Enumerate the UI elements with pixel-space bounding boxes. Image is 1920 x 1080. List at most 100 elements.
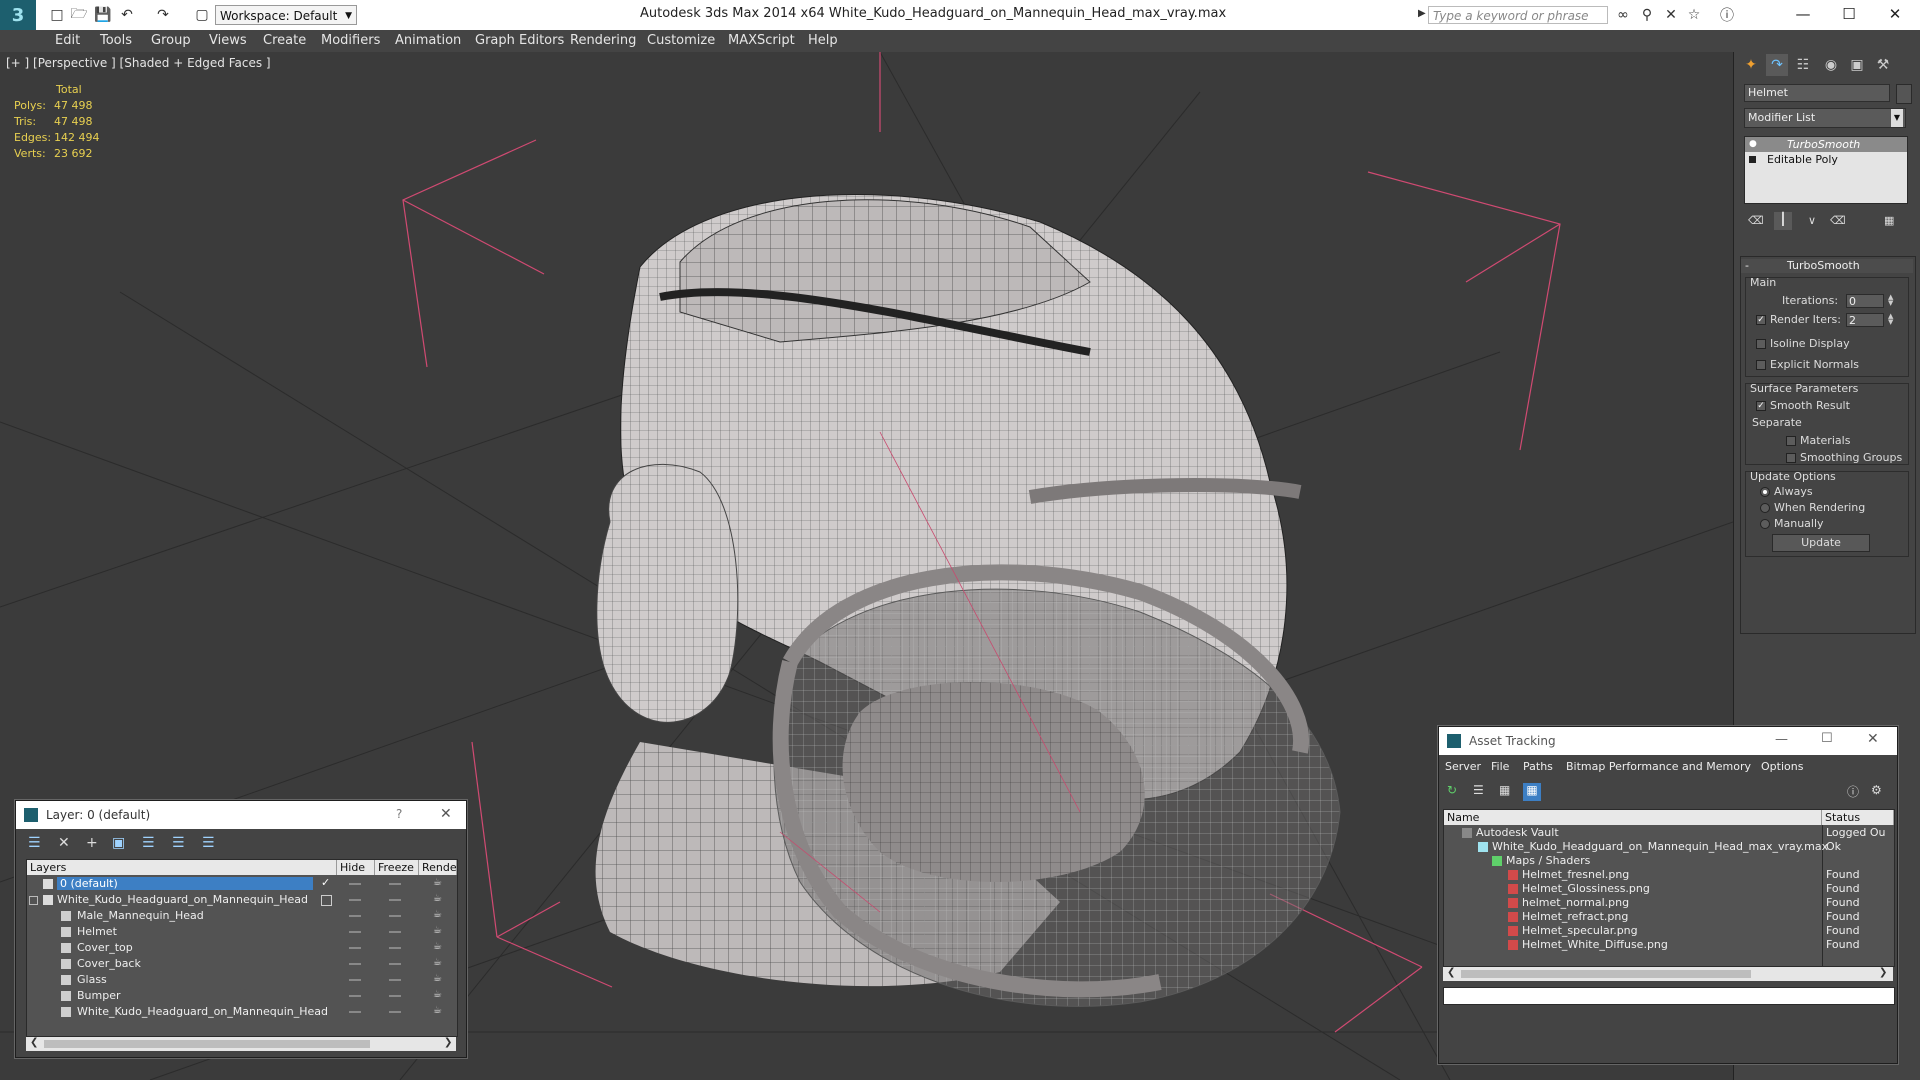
spinner-arrows-icon[interactable]: ▲ ▼ (1888, 294, 1893, 307)
layer-name[interactable]: Cover_top (77, 941, 133, 954)
layer-color-swatch[interactable] (321, 895, 332, 906)
hide-toggle[interactable] (349, 963, 361, 965)
star-icon[interactable]: ☆ (1685, 6, 1703, 24)
menu-customize[interactable]: Customize (647, 33, 715, 48)
freeze-toggle[interactable] (389, 995, 401, 997)
open-file-icon[interactable]: 🗁 (70, 6, 88, 24)
menu-help[interactable]: Help (808, 33, 838, 48)
stack-item-editable-poly[interactable]: Editable Poly (1745, 152, 1907, 167)
layer-list[interactable]: Layers Hide Freeze Rende 0 (default) ✓ ☕ Wh… (26, 859, 458, 1037)
layer-row[interactable]: Bumper ☕ (27, 988, 457, 1004)
render-teapot-icon[interactable]: ☕ (433, 925, 442, 936)
asset-row[interactable]: Helmet_White_Diffuse.png Found (1444, 938, 1894, 952)
asset-row[interactable]: Maps / Shaders (1444, 854, 1894, 868)
undo-icon[interactable]: ↶ (118, 6, 136, 24)
layer-row[interactable]: White_Kudo_Headguard_on_Mannequin_Head ☕ (27, 1004, 457, 1020)
layer-row[interactable]: Cover_top ☕ (27, 940, 457, 956)
hide-toggle[interactable] (349, 899, 361, 901)
layer-name[interactable]: Bumper (77, 989, 121, 1002)
freeze-toggle[interactable] (389, 1011, 401, 1013)
asset-row[interactable]: Helmet_refract.png Found (1444, 910, 1894, 924)
layer-name[interactable]: Cover_back (77, 957, 141, 970)
when-rendering-radio[interactable] (1760, 503, 1770, 513)
menu-edit[interactable]: Edit (55, 33, 80, 48)
modifier-stack[interactable]: ● TurboSmooth Editable Poly (1744, 136, 1908, 204)
lightbulb-icon[interactable]: ● (1749, 137, 1757, 152)
show-end-result-icon[interactable]: ┃ (1774, 212, 1792, 230)
remove-modifier-icon[interactable]: ⌫ (1830, 214, 1846, 227)
collapse-icon[interactable] (29, 896, 38, 905)
scroll-thumb[interactable] (1461, 970, 1751, 978)
layer-dialog-titlebar[interactable]: Layer: 0 (default) ? ✕ (16, 801, 466, 829)
delete-layer-icon[interactable]: ✕ (58, 835, 70, 851)
asset-menu-file[interactable]: File (1491, 760, 1509, 773)
tools-icon[interactable]: ✕ (1662, 6, 1680, 24)
asset-menu-bitmap[interactable]: Bitmap Performance and Memory (1566, 760, 1751, 773)
help-button[interactable]: ? (396, 807, 402, 821)
layer-name[interactable]: Male_Mannequin_Head (77, 909, 204, 922)
pin-stack-icon[interactable]: ⌫ (1748, 214, 1764, 227)
select-objects-icon[interactable]: ▣ (112, 835, 125, 851)
freeze-toggle[interactable] (389, 899, 401, 901)
freeze-toggle[interactable] (389, 963, 401, 965)
motion-tab-icon[interactable]: ◉ (1820, 54, 1842, 76)
asset-row[interactable]: Autodesk Vault Logged Ou (1444, 826, 1894, 840)
layer-row[interactable]: Cover_back ☕ (27, 956, 457, 972)
menu-rendering[interactable]: Rendering (570, 33, 636, 48)
freeze-toggle[interactable] (389, 915, 401, 917)
col-freeze[interactable]: Freeze (375, 860, 419, 875)
freeze-toggle[interactable] (389, 979, 401, 981)
col-render[interactable]: Rende (419, 860, 457, 875)
spinner-arrows-icon[interactable]: ▲ ▼ (1888, 313, 1893, 326)
close-icon[interactable]: ✕ (1872, 0, 1918, 28)
render-iters-checkbox[interactable]: ✓ (1756, 315, 1766, 325)
utilities-tab-icon[interactable]: ⚒ (1872, 54, 1894, 76)
menu-views[interactable]: Views (209, 33, 247, 48)
hide-toggle[interactable] (349, 995, 361, 997)
viewport-label[interactable]: [+ ] [Perspective ] [Shaded + Edged Face… (6, 56, 271, 70)
asset-menu-options[interactable]: Options (1761, 760, 1803, 773)
maximize-icon[interactable]: ☐ (1821, 731, 1833, 746)
menu-modifiers[interactable]: Modifiers (321, 33, 380, 48)
search-input[interactable]: Type a keyword or phrase (1428, 6, 1608, 24)
render-iters-spinner[interactable]: 2 (1846, 313, 1884, 327)
menu-maxscript[interactable]: MAXScript (728, 33, 795, 48)
smoothing-groups-checkbox[interactable] (1786, 453, 1796, 463)
new-file-icon[interactable]: □ (48, 6, 66, 24)
settings-icon[interactable]: ⚙ (1871, 783, 1882, 797)
redo-icon[interactable]: ↷ (154, 6, 172, 24)
col-status[interactable]: Status (1822, 810, 1894, 825)
scroll-thumb[interactable] (44, 1040, 370, 1048)
help-icon[interactable]: ⓘ (1847, 783, 1859, 800)
asset-menu-paths[interactable]: Paths (1523, 760, 1553, 773)
modify-tab-icon[interactable]: ↷ (1766, 54, 1788, 76)
display-tab-icon[interactable]: ▣ (1846, 54, 1868, 76)
menu-animation[interactable]: Animation (395, 33, 461, 48)
stack-item-turbosmooth[interactable]: ● TurboSmooth (1745, 137, 1907, 152)
hide-toggle[interactable] (349, 915, 361, 917)
render-teapot-icon[interactable]: ☕ (433, 941, 442, 952)
expand-icon[interactable] (1749, 156, 1756, 163)
freeze-toggle[interactable] (389, 931, 401, 933)
asset-list[interactable]: Name Status Autodesk Vault Logged Ou White… (1443, 809, 1895, 967)
layer-name[interactable]: 0 (default) (57, 877, 313, 890)
refresh-icon[interactable]: ↻ (1447, 783, 1457, 797)
create-layer-icon[interactable]: ☰ (28, 835, 41, 851)
hide-all-icon[interactable]: ☰ (172, 835, 185, 851)
scroll-left-icon[interactable]: ❮ (30, 1037, 38, 1048)
menu-group[interactable]: Group (151, 33, 191, 48)
key-icon[interactable]: ⚲ (1638, 6, 1656, 24)
hide-toggle[interactable] (349, 979, 361, 981)
layer-name[interactable]: Glass (77, 973, 107, 986)
layer-row[interactable]: Helmet ☕ (27, 924, 457, 940)
layer-hscrollbar[interactable]: ❮ ❯ (26, 1037, 456, 1051)
update-button[interactable]: Update (1772, 534, 1870, 552)
layer-row[interactable]: Male_Mannequin_Head ☕ (27, 908, 457, 924)
layer-row[interactable]: Glass ☕ (27, 972, 457, 988)
modifier-list-dropdown[interactable]: Modifier List ▼ (1744, 108, 1906, 128)
render-teapot-icon[interactable]: ☕ (433, 989, 442, 1000)
layer-name[interactable]: Helmet (77, 925, 117, 938)
asset-row[interactable]: Helmet_fresnel.png Found (1444, 868, 1894, 882)
always-radio[interactable] (1760, 487, 1770, 497)
minimize-icon[interactable]: — (1780, 0, 1826, 28)
